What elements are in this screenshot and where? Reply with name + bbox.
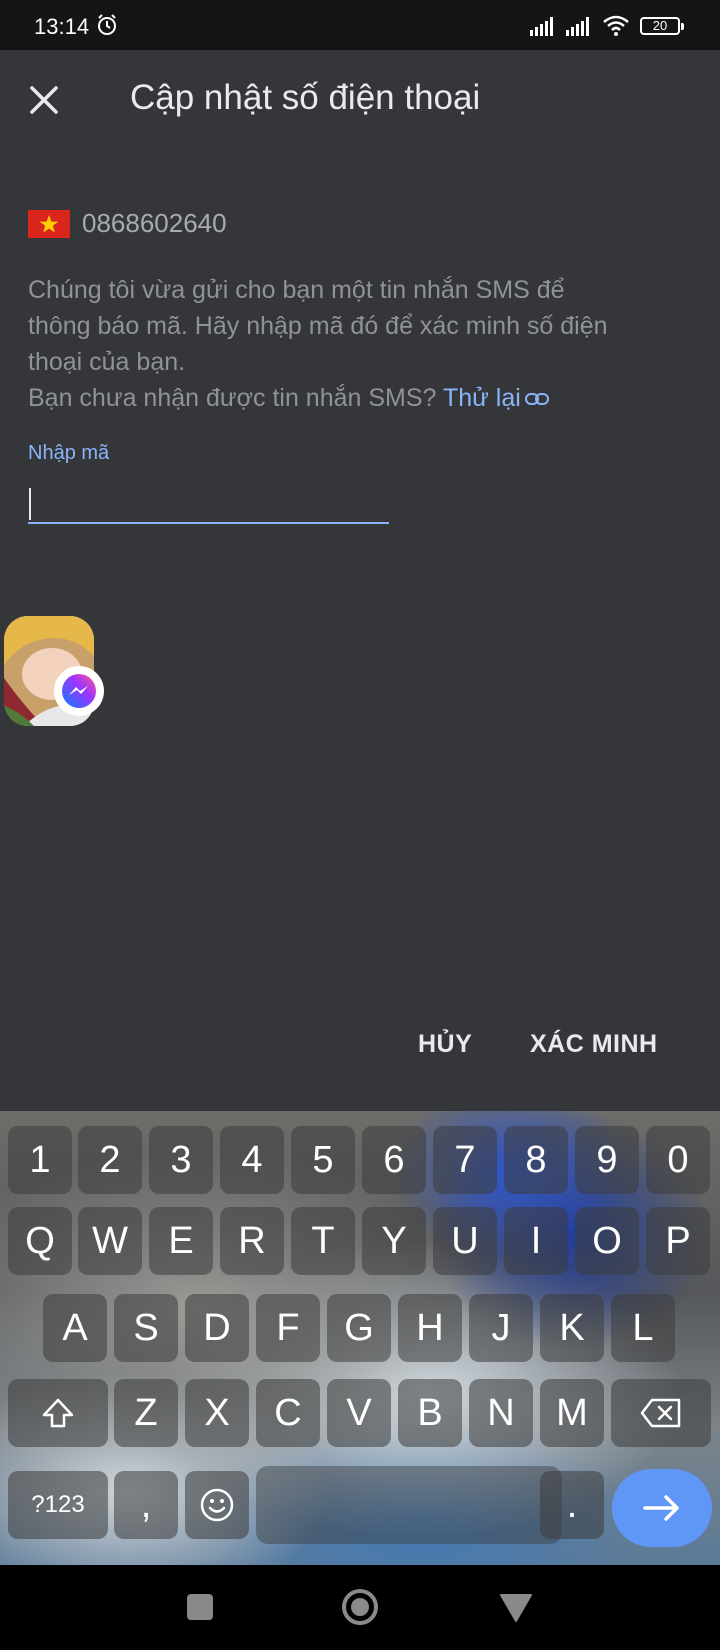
key-x[interactable]: X bbox=[185, 1379, 249, 1447]
cancel-button[interactable]: HỦY bbox=[418, 1030, 472, 1059]
key-9[interactable]: 9 bbox=[575, 1126, 639, 1194]
key-m[interactable]: M bbox=[540, 1379, 604, 1447]
key-t[interactable]: T bbox=[291, 1207, 355, 1275]
key-d[interactable]: D bbox=[185, 1294, 249, 1362]
status-bar: 13:14 20 bbox=[0, 0, 720, 50]
on-screen-keyboard: 1 2 3 4 5 6 7 8 9 0 Q W E R T Y U I O P … bbox=[0, 1111, 720, 1565]
key-l[interactable]: L bbox=[611, 1294, 675, 1362]
chat-head-bubble[interactable] bbox=[4, 616, 104, 726]
key-6[interactable]: 6 bbox=[362, 1126, 426, 1194]
key-o[interactable]: O bbox=[575, 1207, 639, 1275]
arrow-right-icon bbox=[643, 1495, 679, 1521]
key-h[interactable]: H bbox=[398, 1294, 462, 1362]
symbols-key[interactable]: ?123 bbox=[8, 1471, 108, 1539]
status-time: 13:14 bbox=[34, 14, 90, 39]
text-caret bbox=[29, 488, 31, 520]
sms-description: Chúng tôi vừa gửi cho bạn một tin nhắn S… bbox=[28, 272, 688, 416]
close-icon[interactable] bbox=[24, 80, 64, 120]
back-icon[interactable] bbox=[496, 1587, 536, 1627]
resend-line: Bạn chưa nhận được tin nhắn SMS? Thử lại bbox=[28, 380, 688, 416]
backspace-key[interactable] bbox=[611, 1379, 711, 1447]
battery-icon: 20 bbox=[640, 17, 684, 35]
key-a[interactable]: A bbox=[43, 1294, 107, 1362]
key-f[interactable]: F bbox=[256, 1294, 320, 1362]
emoji-key[interactable] bbox=[185, 1471, 249, 1539]
key-4[interactable]: 4 bbox=[220, 1126, 284, 1194]
emoji-icon bbox=[200, 1488, 234, 1522]
key-v[interactable]: V bbox=[327, 1379, 391, 1447]
enter-key[interactable] bbox=[612, 1469, 712, 1547]
key-j[interactable]: J bbox=[469, 1294, 533, 1362]
key-e[interactable]: E bbox=[149, 1207, 213, 1275]
code-field-label: Nhập mã bbox=[28, 442, 110, 464]
home-icon[interactable] bbox=[340, 1587, 380, 1627]
phone-number: 0868602640 bbox=[82, 208, 227, 238]
key-i[interactable]: I bbox=[504, 1207, 568, 1275]
verify-button[interactable]: XÁC MINH bbox=[530, 1030, 658, 1059]
update-phone-screen: Cập nhật số điện thoại 0868602640 Chúng … bbox=[0, 50, 720, 1111]
key-n[interactable]: N bbox=[469, 1379, 533, 1447]
recents-icon[interactable] bbox=[180, 1587, 220, 1627]
key-z[interactable]: Z bbox=[114, 1379, 178, 1447]
key-p[interactable]: P bbox=[646, 1207, 710, 1275]
retry-link[interactable]: Thử lại bbox=[443, 384, 521, 412]
resend-prompt: Bạn chưa nhận được tin nhắn SMS? bbox=[28, 384, 443, 412]
key-8[interactable]: 8 bbox=[504, 1126, 568, 1194]
key-g[interactable]: G bbox=[327, 1294, 391, 1362]
key-s[interactable]: S bbox=[114, 1294, 178, 1362]
code-input[interactable] bbox=[28, 480, 389, 524]
messenger-icon bbox=[54, 666, 104, 716]
alarm-icon bbox=[98, 14, 116, 35]
key-y[interactable]: Y bbox=[362, 1207, 426, 1275]
shift-key[interactable] bbox=[8, 1379, 108, 1447]
vietnam-flag-icon bbox=[28, 210, 70, 238]
key-b[interactable]: B bbox=[398, 1379, 462, 1447]
shift-icon bbox=[42, 1398, 74, 1428]
description-line: thông báo mã. Hãy nhập mã đó để xác minh… bbox=[28, 312, 608, 340]
comma-key[interactable]: , bbox=[114, 1471, 178, 1539]
signal-icon bbox=[566, 17, 589, 36]
key-c[interactable]: C bbox=[256, 1379, 320, 1447]
key-q[interactable]: Q bbox=[8, 1207, 72, 1275]
description-line: thoại của bạn. bbox=[28, 348, 186, 376]
page-title: Cập nhật số điện thoại bbox=[130, 78, 481, 117]
key-k[interactable]: K bbox=[540, 1294, 604, 1362]
link-icon bbox=[524, 393, 549, 406]
key-7[interactable]: 7 bbox=[433, 1126, 497, 1194]
key-3[interactable]: 3 bbox=[149, 1126, 213, 1194]
key-2[interactable]: 2 bbox=[78, 1126, 142, 1194]
key-0[interactable]: 0 bbox=[646, 1126, 710, 1194]
wifi-icon bbox=[603, 15, 629, 36]
key-1[interactable]: 1 bbox=[8, 1126, 72, 1194]
space-key[interactable] bbox=[256, 1466, 562, 1544]
period-key[interactable]: . bbox=[540, 1471, 604, 1539]
description-line: Chúng tôi vừa gửi cho bạn một tin nhắn S… bbox=[28, 276, 565, 304]
signal-icon bbox=[530, 17, 553, 36]
navigation-bar bbox=[0, 1565, 720, 1650]
key-r[interactable]: R bbox=[220, 1207, 284, 1275]
key-w[interactable]: W bbox=[78, 1207, 142, 1275]
backspace-icon bbox=[640, 1398, 681, 1428]
key-5[interactable]: 5 bbox=[291, 1126, 355, 1194]
key-u[interactable]: U bbox=[433, 1207, 497, 1275]
